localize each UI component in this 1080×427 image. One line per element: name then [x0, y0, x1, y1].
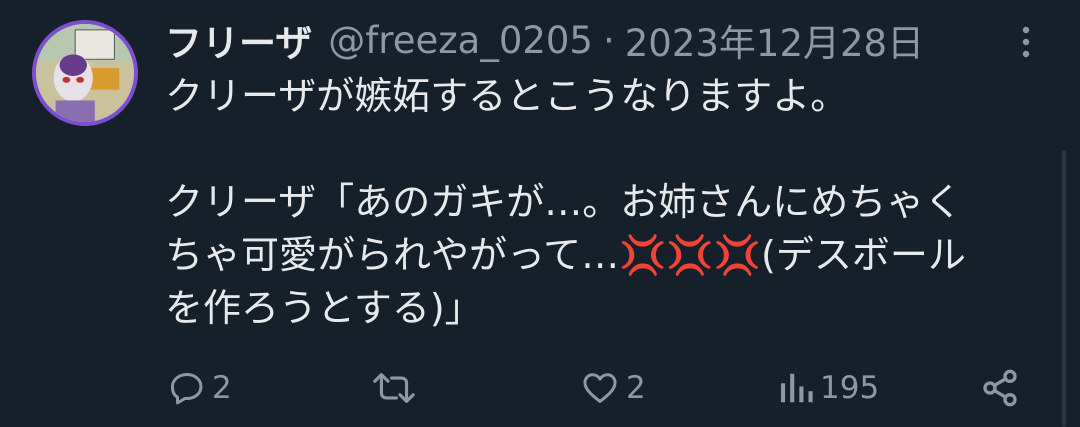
- author-handle[interactable]: @freeza_0205: [328, 19, 593, 62]
- author-name[interactable]: フリーザ: [165, 13, 312, 67]
- tweet-header: フリーザ @freeza_0205 · 2023年12月28日: [165, 14, 924, 66]
- share-button[interactable]: [980, 362, 1020, 414]
- views-button[interactable]: 195: [778, 362, 879, 414]
- retweet-button[interactable]: [372, 362, 422, 414]
- tweet-text: クリーザが嫉妬するとこうなりますよ。 クリーザ「あのガキが…。お姉さんにめちゃく…: [165, 74, 966, 330]
- tweet-date[interactable]: 2023年12月28日: [625, 13, 924, 67]
- like-button[interactable]: 2: [580, 362, 646, 414]
- tweet: フリーザ @freeza_0205 · 2023年12月28日 クリーザが嫉妬す…: [0, 0, 1080, 427]
- avatar-image: [36, 24, 134, 122]
- scrollbar[interactable]: [1062, 150, 1066, 427]
- more-vertical-icon: [1022, 26, 1030, 58]
- reply-count: 2: [212, 370, 232, 406]
- reply-icon: [170, 373, 203, 405]
- author-avatar[interactable]: [32, 20, 138, 126]
- action-bar: 2 2 195: [0, 362, 1080, 414]
- more-options-button[interactable]: [1008, 20, 1044, 64]
- views-icon: [780, 373, 813, 403]
- share-icon: [983, 369, 1017, 407]
- like-count: 2: [626, 370, 646, 406]
- reply-button[interactable]: 2: [168, 362, 232, 414]
- retweet-icon: [373, 373, 415, 403]
- heart-icon: [583, 373, 617, 403]
- header-separator: ·: [602, 18, 615, 62]
- views-count: 195: [820, 370, 880, 406]
